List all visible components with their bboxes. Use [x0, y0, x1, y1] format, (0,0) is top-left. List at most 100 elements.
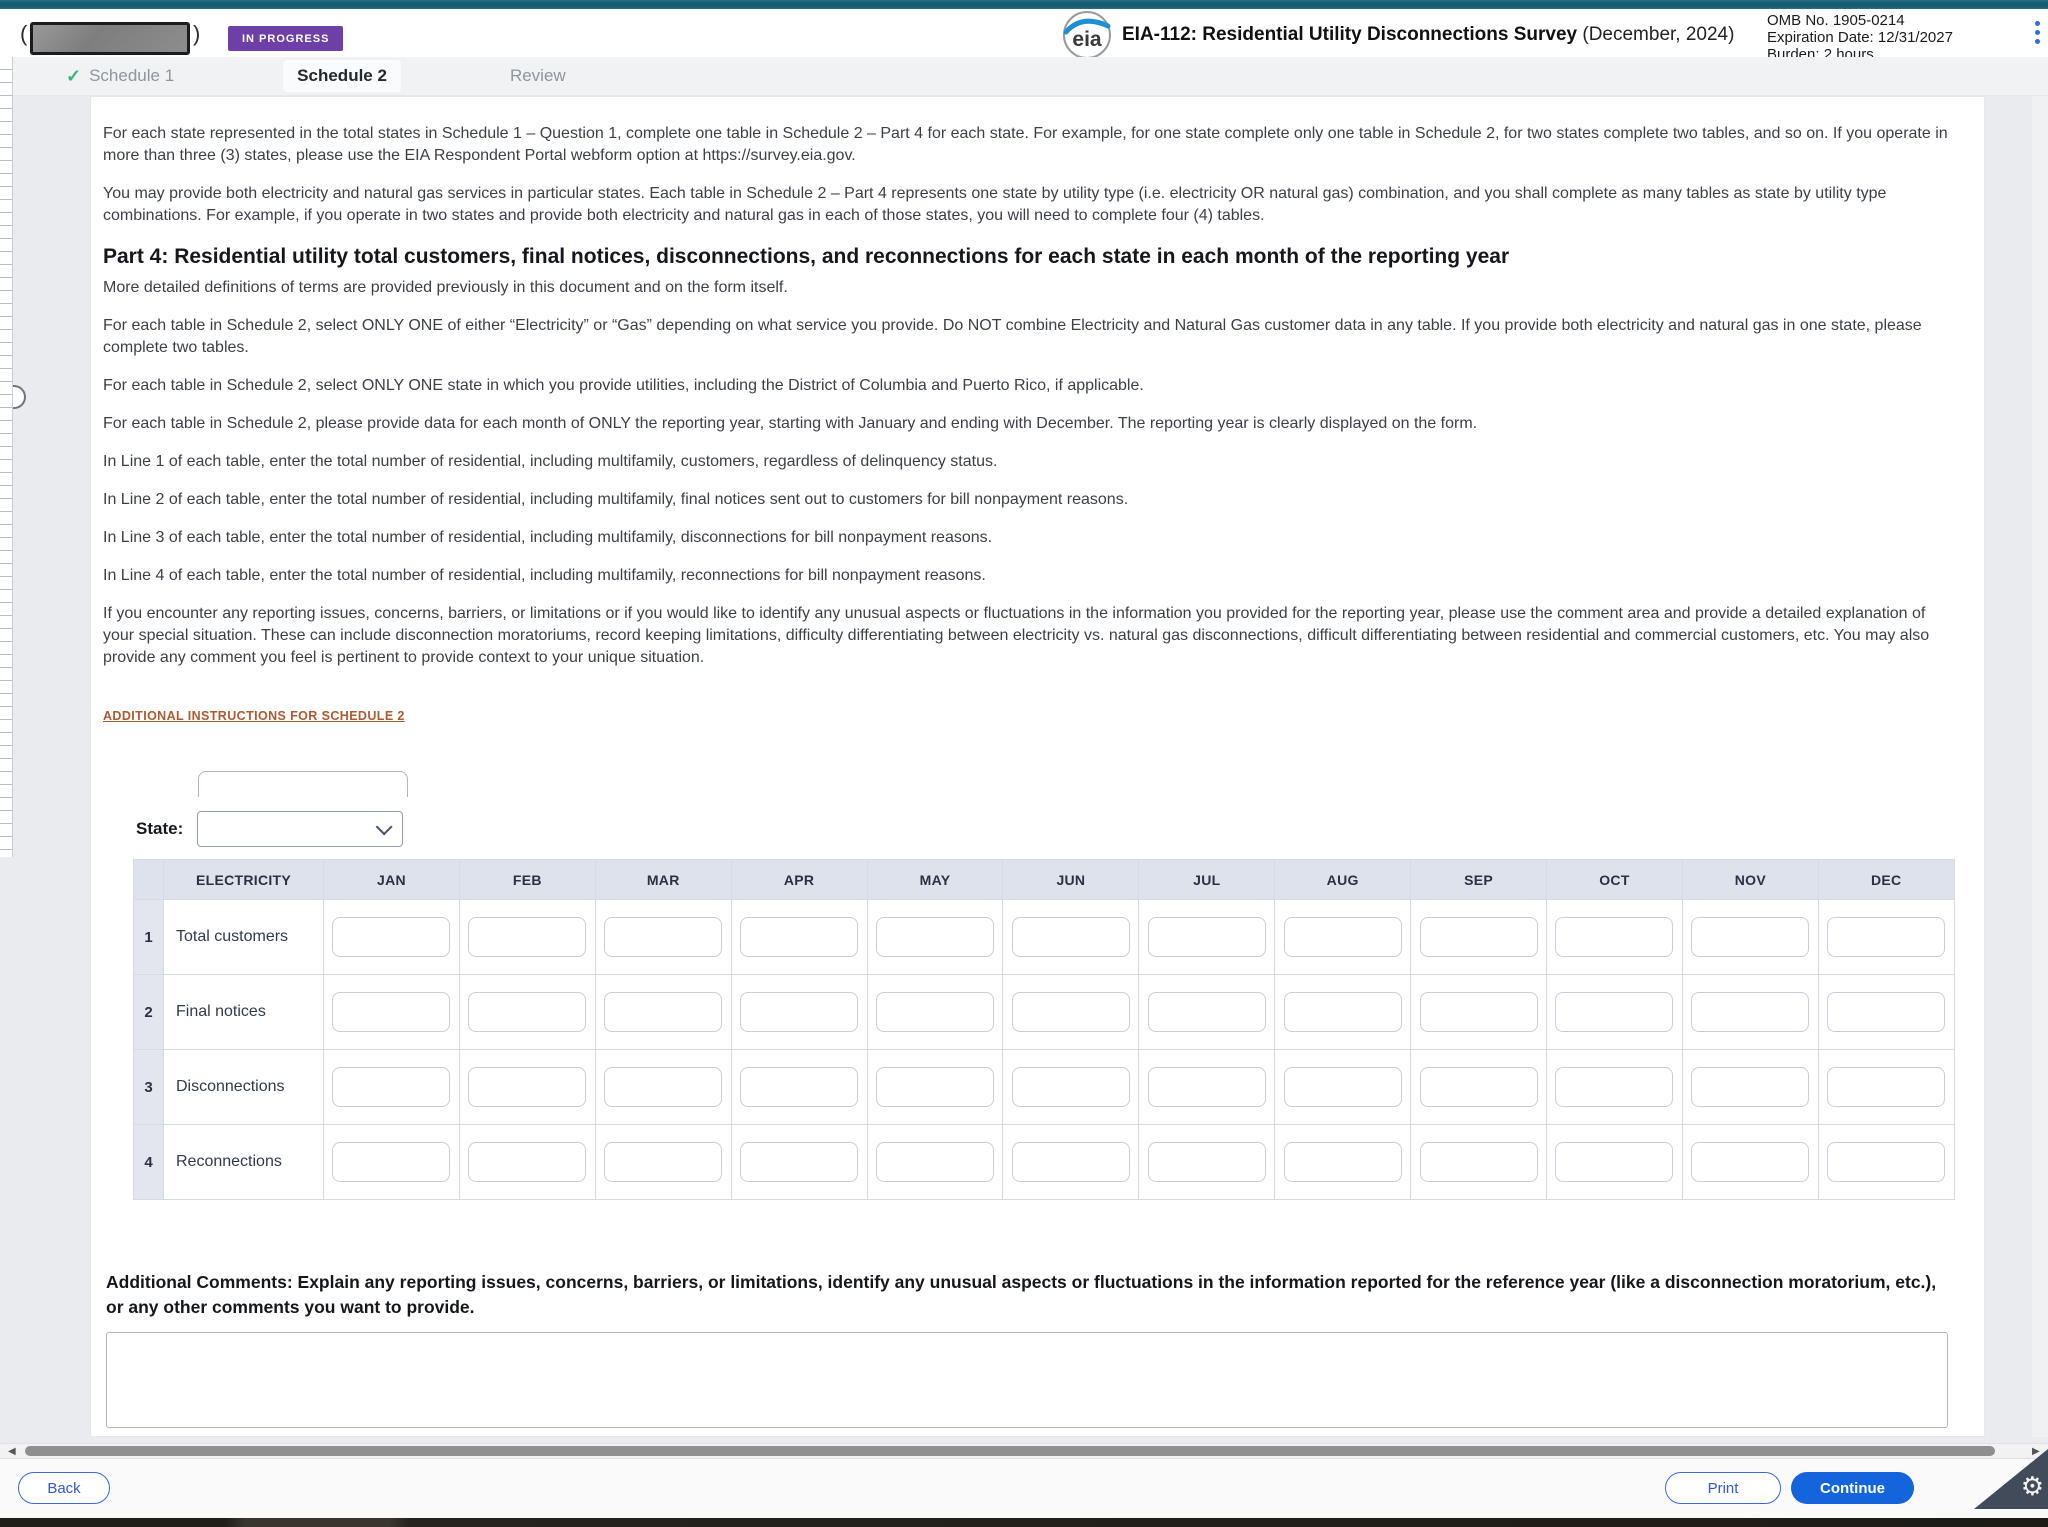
input-final-notices-apr[interactable]: [740, 992, 858, 1032]
input-reconnections-jul[interactable]: [1148, 1142, 1266, 1182]
input-disconnections-jul[interactable]: [1148, 1067, 1266, 1107]
side-panel-handle[interactable]: [13, 385, 26, 409]
row-label: Final notices: [164, 975, 324, 1050]
month-cell: [867, 900, 1003, 975]
state-select[interactable]: [197, 811, 403, 847]
input-disconnections-nov[interactable]: [1691, 1067, 1809, 1107]
input-final-notices-feb[interactable]: [468, 992, 586, 1032]
tab-schedule-2[interactable]: Schedule 2: [283, 60, 401, 92]
month-cell: [1275, 900, 1411, 975]
month-cell: [595, 1050, 731, 1125]
input-reconnections-may[interactable]: [876, 1142, 994, 1182]
input-total-customers-jul[interactable]: [1148, 917, 1266, 957]
clipped-field-box: [198, 771, 418, 797]
input-total-customers-mar[interactable]: [604, 917, 722, 957]
input-final-notices-nov[interactable]: [1691, 992, 1809, 1032]
input-reconnections-apr[interactable]: [740, 1142, 858, 1182]
kebab-menu-icon[interactable]: [2030, 17, 2044, 53]
instruction-paragraph: In Line 3 of each table, enter the total…: [103, 527, 1953, 549]
utility-type-header: ELECTRICITY: [164, 860, 324, 900]
input-reconnections-aug[interactable]: [1284, 1142, 1402, 1182]
input-final-notices-jul[interactable]: [1148, 992, 1266, 1032]
input-disconnections-oct[interactable]: [1555, 1067, 1673, 1107]
input-reconnections-nov[interactable]: [1691, 1142, 1809, 1182]
input-reconnections-jan[interactable]: [332, 1142, 450, 1182]
input-final-notices-dec[interactable]: [1827, 992, 1945, 1032]
horizontal-scrollbar-thumb[interactable]: [25, 1446, 1995, 1456]
input-total-customers-nov[interactable]: [1691, 917, 1809, 957]
input-total-customers-feb[interactable]: [468, 917, 586, 957]
month-cell: [731, 975, 867, 1050]
row-number: 2: [134, 975, 164, 1050]
month-cell: [1411, 1050, 1547, 1125]
continue-button[interactable]: Continue: [1791, 1472, 1914, 1504]
month-cell: [867, 1125, 1003, 1200]
month-cell: [1139, 975, 1275, 1050]
input-disconnections-mar[interactable]: [604, 1067, 722, 1107]
input-disconnections-jan[interactable]: [332, 1067, 450, 1107]
input-reconnections-dec[interactable]: [1827, 1142, 1945, 1182]
month-cell: [1682, 975, 1818, 1050]
month-cell: [324, 1125, 460, 1200]
back-button[interactable]: Back: [18, 1472, 110, 1504]
input-final-notices-jan[interactable]: [332, 992, 450, 1032]
omb-number: OMB No. 1905-0214: [1767, 12, 1953, 29]
window-paren-open: (: [20, 21, 27, 47]
input-reconnections-sep[interactable]: [1420, 1142, 1538, 1182]
input-total-customers-dec[interactable]: [1827, 917, 1945, 957]
input-disconnections-apr[interactable]: [740, 1067, 858, 1107]
tab-label: Schedule 1: [89, 66, 174, 86]
checkmark-icon: ✓: [66, 66, 81, 87]
omb-info: OMB No. 1905-0214 Expiration Date: 12/31…: [1767, 12, 1953, 63]
input-total-customers-sep[interactable]: [1420, 917, 1538, 957]
scroll-left-arrow-icon[interactable]: ◀: [8, 1446, 16, 1457]
input-disconnections-jun[interactable]: [1012, 1067, 1130, 1107]
vertical-scrollbar[interactable]: [2032, 96, 2048, 1437]
input-final-notices-jun[interactable]: [1012, 992, 1130, 1032]
input-total-customers-may[interactable]: [876, 917, 994, 957]
print-button[interactable]: Print: [1665, 1472, 1781, 1504]
month-cell: [1275, 975, 1411, 1050]
brand-block: eia EIA-112: Residential Utility Disconn…: [1062, 10, 1734, 60]
month-cell: [459, 1050, 595, 1125]
eia-logo-icon: eia: [1062, 10, 1112, 60]
horizontal-scrollbar[interactable]: [0, 1443, 2048, 1458]
input-reconnections-mar[interactable]: [604, 1142, 722, 1182]
survey-period: (December, 2024): [1582, 24, 1734, 45]
input-final-notices-mar[interactable]: [604, 992, 722, 1032]
input-total-customers-jan[interactable]: [332, 917, 450, 957]
input-final-notices-oct[interactable]: [1555, 992, 1673, 1032]
input-total-customers-aug[interactable]: [1284, 917, 1402, 957]
month-header-jul: JUL: [1139, 860, 1275, 900]
input-disconnections-feb[interactable]: [468, 1067, 586, 1107]
input-reconnections-jun[interactable]: [1012, 1142, 1130, 1182]
input-total-customers-jun[interactable]: [1012, 917, 1130, 957]
input-final-notices-may[interactable]: [876, 992, 994, 1032]
input-total-customers-oct[interactable]: [1555, 917, 1673, 957]
gear-icon[interactable]: ⚙: [2021, 1471, 2044, 1502]
input-total-customers-apr[interactable]: [740, 917, 858, 957]
input-reconnections-oct[interactable]: [1555, 1142, 1673, 1182]
instruction-paragraph: For each table in Schedule 2, please pro…: [103, 413, 1953, 435]
input-final-notices-aug[interactable]: [1284, 992, 1402, 1032]
month-cell: [595, 900, 731, 975]
input-disconnections-sep[interactable]: [1420, 1067, 1538, 1107]
input-disconnections-dec[interactable]: [1827, 1067, 1945, 1107]
input-disconnections-aug[interactable]: [1284, 1067, 1402, 1107]
instruction-paragraph: In Line 1 of each table, enter the total…: [103, 451, 1953, 473]
state-field-row: State:: [136, 811, 1956, 847]
input-disconnections-may[interactable]: [876, 1067, 994, 1107]
month-header-nov: NOV: [1682, 860, 1818, 900]
input-final-notices-sep[interactable]: [1420, 992, 1538, 1032]
additional-comments-textarea[interactable]: [106, 1332, 1948, 1428]
month-header-sep: SEP: [1411, 860, 1547, 900]
additional-instructions-link[interactable]: ADDITIONAL INSTRUCTIONS FOR SCHEDULE 2: [103, 709, 405, 723]
tab-review[interactable]: Review: [496, 60, 580, 92]
schedule2-form-card: For each state represented in the total …: [90, 96, 1985, 1437]
month-cell: [731, 900, 867, 975]
input-reconnections-feb[interactable]: [468, 1142, 586, 1182]
footer-bar: Back Print Continue ⚙: [0, 1458, 2048, 1518]
tab-schedule-1[interactable]: ✓ Schedule 1: [52, 60, 188, 93]
instruction-paragraph: For each table in Schedule 2, select ONL…: [103, 375, 1953, 397]
month-cell: [459, 975, 595, 1050]
